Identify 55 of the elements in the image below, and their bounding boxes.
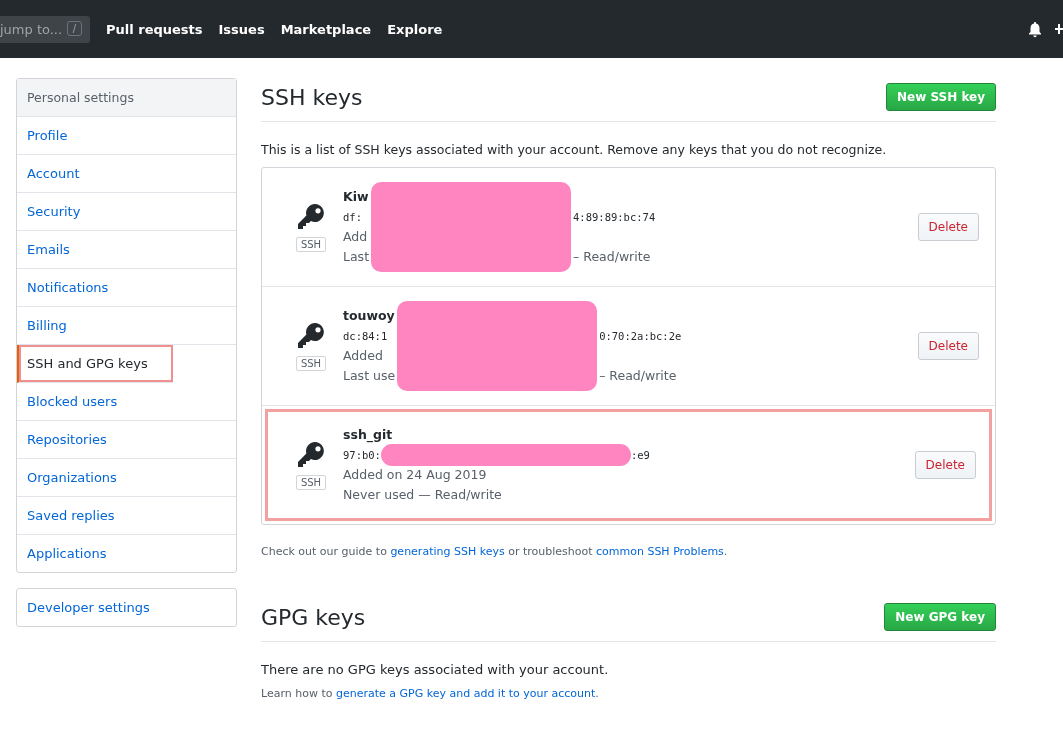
usage-text: – Read/write <box>573 248 651 266</box>
key-icon <box>297 440 325 469</box>
usage-text: – Read/write <box>599 367 677 385</box>
key-icon <box>297 321 325 350</box>
fingerprint: 4:89:89:bc:74 <box>573 210 656 225</box>
key-type-label: SSH <box>295 474 327 490</box>
menu-heading: Personal settings <box>17 79 236 117</box>
shortcut-hint: / <box>66 20 82 36</box>
added-date: Added <box>343 347 383 365</box>
learn-text: Learn how to generate a GPG key and add it to your account. <box>261 687 600 700</box>
usage-text: Last <box>343 248 370 266</box>
guide-link[interactable]: generating SSH keys <box>390 545 505 558</box>
guide-text: Check out our guide to generating SSH keys or troubleshoot common SSH Problems. <box>261 545 729 558</box>
added-date: Add <box>343 228 368 246</box>
menu-item[interactable]: Notifications <box>17 269 236 307</box>
plus-icon[interactable] <box>1055 22 1063 36</box>
guide-link[interactable]: common SSH Problems <box>596 545 724 558</box>
delete-button[interactable]: Delete <box>917 332 979 360</box>
usage-text: Never used — Read/write <box>343 486 502 504</box>
nav-link[interactable]: Issues <box>218 21 265 37</box>
nav-link[interactable]: Marketplace <box>280 21 372 37</box>
fingerprint: dc:84:1 <box>343 329 388 344</box>
menu-item[interactable]: Organizations <box>17 459 236 497</box>
key-title: ssh_git <box>343 426 393 445</box>
empty-message: There are no GPG keys associated with your account. <box>261 662 610 677</box>
fingerprint: 97:b0: <box>343 448 381 463</box>
intro-text: This is a list of SSH keys associated with your account. Remove any keys that you do not recognize. <box>261 142 888 157</box>
menu-item[interactable]: Billing <box>17 307 236 345</box>
key-type-label: SSH <box>295 236 327 252</box>
notifications-icon[interactable] <box>1027 20 1043 38</box>
added-date: Added on 24 Aug 2019 <box>343 466 487 484</box>
usage-text: Last use <box>343 367 396 385</box>
menu-item[interactable]: Developer settings <box>17 589 236 626</box>
fingerprint: :e9 <box>630 448 650 463</box>
menu-item[interactable]: Security <box>17 193 236 231</box>
section-title: GPG keys <box>261 604 366 630</box>
menu-item[interactable]: Repositories <box>17 421 236 459</box>
nav-link[interactable]: Explore <box>387 21 443 37</box>
fingerprint: 0:70:2a:bc:2e <box>599 329 682 344</box>
section-title: SSH keys <box>261 84 363 110</box>
key-icon <box>297 202 325 231</box>
menu-item[interactable]: Saved replies <box>17 497 236 535</box>
key-type-label: SSH <box>295 355 327 371</box>
delete-button[interactable]: Delete <box>917 213 979 241</box>
menu-item[interactable]: Emails <box>17 231 236 269</box>
fingerprint: df: <box>343 210 362 225</box>
key-title: Kiw <box>343 188 369 206</box>
menu-item[interactable]: Profile <box>17 117 236 155</box>
menu-item[interactable]: Blocked users <box>17 383 236 421</box>
delete-button[interactable]: Delete <box>914 451 976 479</box>
nav-link[interactable]: Pull requests <box>106 21 203 37</box>
menu-item[interactable]: Account <box>17 155 236 193</box>
menu-item[interactable]: Applications <box>17 535 236 572</box>
key-title: touwoy <box>343 307 395 325</box>
menu-item[interactable]: SSH and GPG keys <box>17 345 173 383</box>
